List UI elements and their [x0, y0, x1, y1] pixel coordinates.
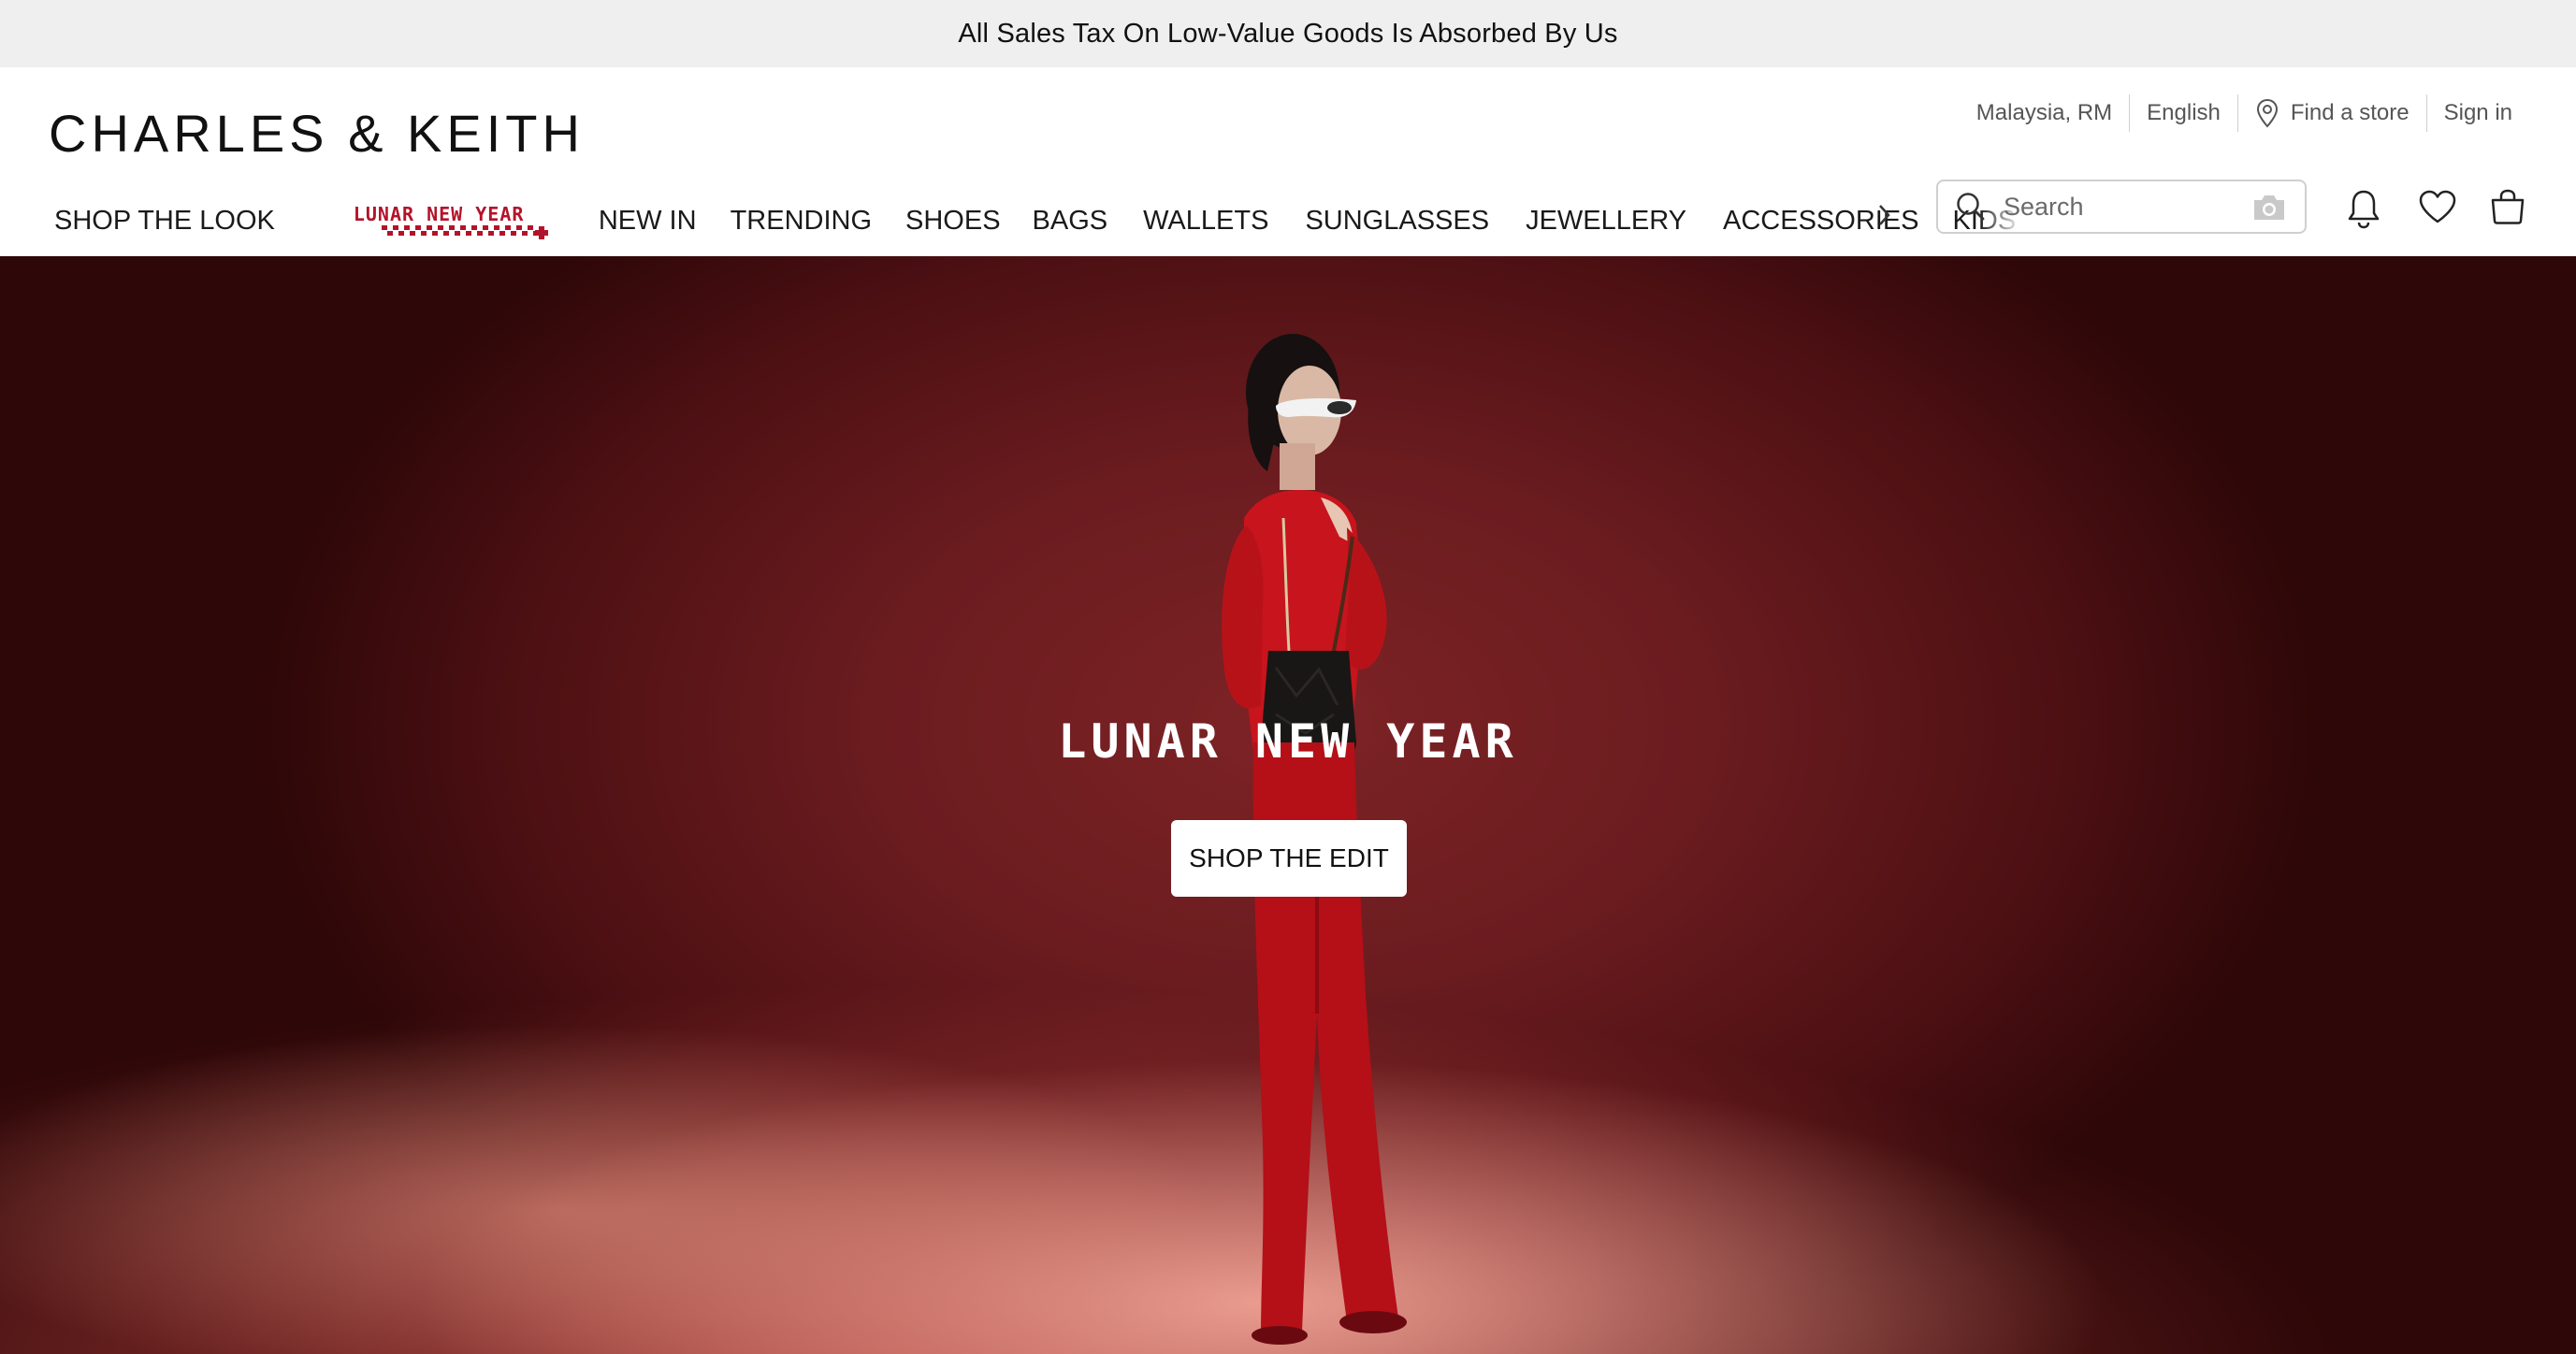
notifications-button[interactable]	[2343, 187, 2384, 230]
nav-lunar-new-year[interactable]: LUNAR NEW YEAR	[352, 197, 548, 244]
hero-light-glow	[0, 1023, 1216, 1354]
announcement-bar: All Sales Tax On Low-Value Goods Is Abso…	[0, 0, 2576, 67]
find-store-label: Find a store	[2290, 100, 2410, 125]
camera-icon[interactable]	[2250, 192, 2288, 223]
sign-in-link[interactable]: Sign in	[2427, 100, 2529, 126]
nav-new-in[interactable]: NEW IN	[599, 206, 697, 237]
nav-shop-the-look[interactable]: SHOP THE LOOK	[54, 206, 275, 237]
shop-the-edit-button[interactable]: SHOP THE EDIT	[1171, 820, 1407, 897]
find-store-link[interactable]: Find a store	[2238, 98, 2426, 128]
location-pin-icon	[2255, 98, 2279, 128]
bell-icon	[2348, 190, 2380, 229]
bag-icon	[2491, 189, 2525, 224]
nav-jewellery[interactable]: JEWELLERY	[1526, 206, 1686, 237]
announcement-text: All Sales Tax On Low-Value Goods Is Abso…	[958, 18, 1618, 49]
search-bar[interactable]	[1936, 180, 2307, 234]
search-icon	[1957, 193, 1985, 221]
utility-links: Malaysia, RM English Find a store Sign i…	[1960, 94, 2529, 133]
chevron-right-icon	[1879, 205, 1890, 225]
cart-button[interactable]	[2487, 185, 2528, 228]
nav-trending[interactable]: TRENDING	[731, 206, 872, 237]
pixel-pattern-icon	[381, 225, 548, 239]
language-selector[interactable]: English	[2130, 100, 2237, 126]
hero-title: LUNAR NEW YEAR	[1058, 714, 1518, 769]
nav-wallets[interactable]: WALLETS	[1143, 206, 1268, 237]
nav-shoes[interactable]: SHOES	[905, 206, 1001, 237]
main-nav: SHOP THE LOOK LUNAR NEW YEAR NEW IN TREN…	[54, 198, 2016, 243]
wishlist-button[interactable]	[2417, 185, 2458, 228]
region-selector[interactable]: Malaysia, RM	[1960, 100, 2129, 126]
search-input[interactable]	[2002, 191, 2249, 223]
nav-bags[interactable]: BAGS	[1033, 206, 1108, 237]
heart-icon	[2419, 190, 2456, 223]
nav-scroll-right-button[interactable]	[1871, 198, 1899, 232]
hero-banner[interactable]: LUNAR NEW YEAR SHOP THE EDIT	[0, 256, 2576, 1354]
lunar-new-year-logo-text: LUNAR NEW YEAR	[353, 203, 525, 225]
brand-logo[interactable]: CHARLES & KEITH	[49, 103, 585, 164]
nav-sunglasses[interactable]: SUNGLASSES	[1305, 206, 1489, 237]
